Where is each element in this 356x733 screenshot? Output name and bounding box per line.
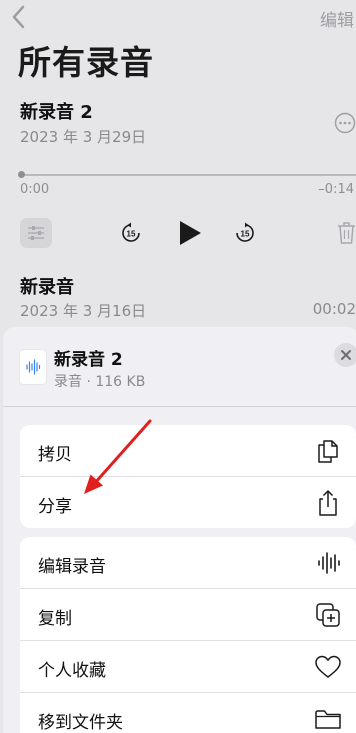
copy-icon xyxy=(318,440,338,463)
remaining-time: –0:14 xyxy=(318,182,354,197)
recording-title[interactable]: 新录音 xyxy=(20,273,74,299)
more-options-icon[interactable] xyxy=(334,112,356,134)
action-edit-recording[interactable]: 编辑录音 xyxy=(20,537,356,589)
recording-date: 2023 年 3 月16日 xyxy=(20,302,147,320)
action-label: 移到文件夹 xyxy=(38,713,123,733)
sliders-icon xyxy=(28,226,44,240)
skip-back-15-icon[interactable]: 15 xyxy=(120,222,142,244)
trash-icon[interactable] xyxy=(337,221,356,245)
skip-forward-15-icon[interactable]: 15 xyxy=(234,222,256,244)
waveform-icon xyxy=(318,552,340,574)
action-label: 分享 xyxy=(38,497,72,517)
action-move-to-folder[interactable]: 移到文件夹 xyxy=(20,693,356,733)
scrubber-handle[interactable] xyxy=(18,171,25,178)
audio-settings-button[interactable] xyxy=(20,218,52,248)
shared-file-meta: 录音 · 116 KB xyxy=(54,374,146,390)
back-chevron-icon[interactable] xyxy=(10,4,30,30)
share-icon xyxy=(319,490,337,516)
sheet-divider xyxy=(3,406,356,407)
edit-button[interactable]: 编辑 xyxy=(320,6,354,31)
recording-duration: 00:02 xyxy=(312,300,356,318)
svg-text:15: 15 xyxy=(127,230,136,239)
recording-title[interactable]: 新录音 2 xyxy=(20,98,93,124)
duplicate-icon xyxy=(316,603,340,627)
folder-icon xyxy=(315,710,341,729)
action-label: 复制 xyxy=(38,609,72,629)
recording-date: 2023 年 3 月29日 xyxy=(20,128,147,146)
action-copy[interactable]: 拷贝 xyxy=(20,425,356,477)
action-label: 拷贝 xyxy=(38,445,72,465)
audio-file-thumbnail xyxy=(20,350,46,384)
svg-text:15: 15 xyxy=(241,230,250,239)
action-group-primary: 拷贝 分享 xyxy=(20,425,356,528)
elapsed-time: 0:00 xyxy=(20,182,50,197)
action-group-secondary: 编辑录音 复制 个人收藏 移到文件夹 xyxy=(20,537,356,733)
action-label: 编辑录音 xyxy=(38,557,106,577)
action-share[interactable]: 分享 xyxy=(20,477,356,528)
playback-scrubber[interactable] xyxy=(20,174,356,176)
action-label: 个人收藏 xyxy=(38,661,106,681)
close-button[interactable] xyxy=(334,343,356,367)
shared-file-name: 新录音 2 xyxy=(54,350,123,370)
close-icon xyxy=(341,350,351,360)
action-favorite[interactable]: 个人收藏 xyxy=(20,641,356,693)
heart-icon xyxy=(315,655,341,678)
waveform-icon xyxy=(26,359,41,375)
page-title: 所有录音 xyxy=(18,43,154,82)
play-icon[interactable] xyxy=(178,220,202,246)
action-duplicate[interactable]: 复制 xyxy=(20,589,356,641)
